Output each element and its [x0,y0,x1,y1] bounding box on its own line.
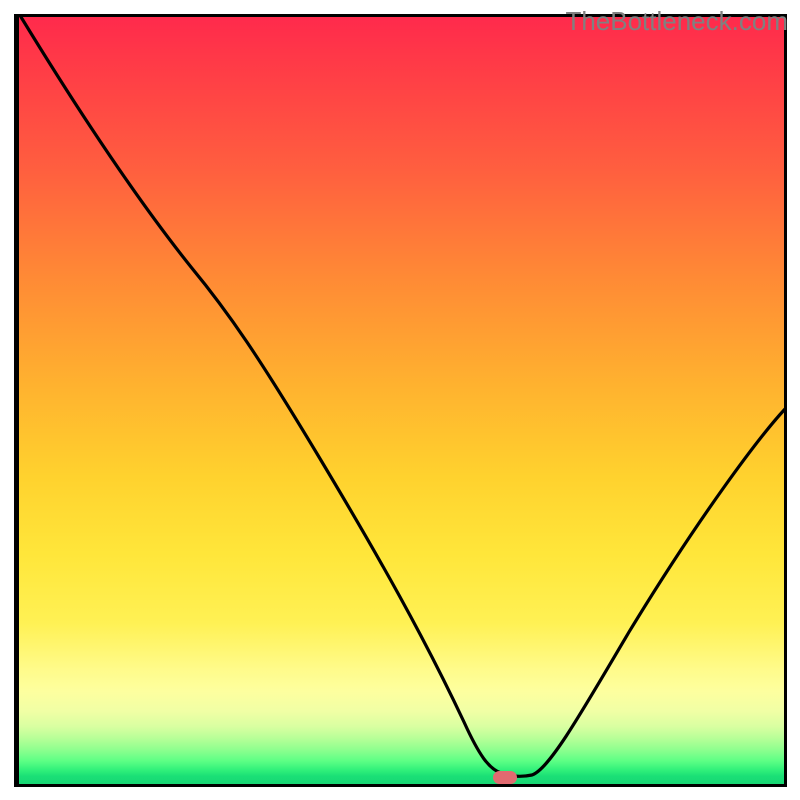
plot-area [19,17,784,784]
chart-frame: TheBottleneck.com [0,0,800,800]
watermark-text: TheBottleneck.com [565,6,788,37]
bottleneck-curve-path [21,17,784,776]
optimal-point-marker [493,771,517,784]
curve-svg [19,17,784,784]
plot-border [14,14,787,787]
